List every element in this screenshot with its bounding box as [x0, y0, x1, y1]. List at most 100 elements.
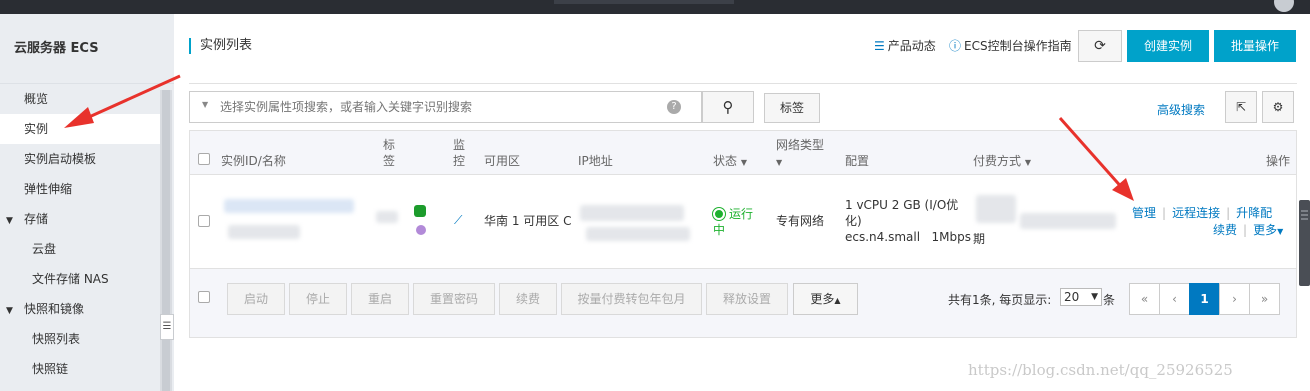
create-instance-button[interactable]: 创建实例 — [1127, 30, 1209, 62]
more-actions-link[interactable]: 更多▼ — [1253, 223, 1283, 237]
upgrade-link[interactable]: 升降配 — [1236, 206, 1272, 220]
gear-icon: ⚙ — [1272, 100, 1284, 114]
sidebar-item-instances[interactable]: 实例 — [0, 114, 160, 144]
column-zone: 可用区 — [484, 154, 521, 168]
more-label: 更多 — [810, 292, 835, 306]
sidebar-group-storage[interactable]: ▼ 存储 — [0, 204, 160, 234]
separator: | — [1243, 223, 1248, 237]
console-guide-link[interactable]: ⓘ ECS控制台操作指南 — [949, 38, 1072, 54]
first-page-button[interactable]: « — [1129, 283, 1160, 315]
sidebar: 云服务器 ECS 概览 实例 实例启动模板 弹性伸缩 ▼ 存储 云盘 文件存储 N… — [0, 14, 174, 391]
row-checkbox[interactable] — [198, 215, 210, 227]
column-config: 配置 — [845, 154, 870, 168]
sidebar-item-cloud-disk[interactable]: 云盘 — [0, 234, 160, 264]
manage-link[interactable]: 管理 — [1132, 206, 1156, 220]
reset-password-button[interactable]: 重置密码 — [413, 283, 495, 315]
monitor-chart-icon[interactable]: ⟋ — [454, 213, 462, 228]
select-all-checkbox[interactable] — [198, 153, 210, 165]
sidebar-group-label: 存储 — [24, 212, 49, 226]
grip-line — [1301, 214, 1308, 216]
config-instance-type: ecs.n4.small — [845, 230, 921, 244]
page-scrollbar[interactable] — [1299, 200, 1310, 286]
config-cell: 1 vCPU 2 GB (I/O优 化) ecs.n4.small 1Mbps — [845, 197, 971, 245]
batch-operation-button[interactable]: 批量操作 — [1214, 30, 1296, 62]
help-icon[interactable]: ? — [667, 100, 681, 114]
top-nav-tab[interactable] — [554, 0, 734, 4]
header-divider — [189, 83, 1297, 84]
filter-dropdown-icon[interactable]: ▼ — [202, 100, 208, 109]
remote-connect-link[interactable]: 远程连接 — [1172, 206, 1220, 220]
caret-down-icon: ▼ — [1277, 227, 1284, 236]
caret-down-icon: ▼ — [6, 306, 13, 316]
help-circle-icon: ⓘ — [949, 39, 962, 53]
redacted-instance-id — [224, 199, 354, 213]
scrollbar-thumb[interactable] — [162, 90, 170, 391]
stop-button[interactable]: 停止 — [289, 283, 347, 315]
gear-badge-icon — [416, 225, 426, 235]
refresh-button[interactable]: ⟳ — [1078, 30, 1122, 62]
sidebar-item-auto-scaling[interactable]: 弹性伸缩 — [0, 174, 160, 204]
column-status[interactable]: 状态 ▼ — [713, 153, 747, 171]
config-type-row: ecs.n4.small 1Mbps — [845, 229, 971, 245]
settings-button[interactable]: ⚙ — [1262, 91, 1294, 123]
tag-filter-button[interactable]: 标签 — [764, 93, 820, 123]
instance-table: 实例ID/名称 标签 监控 可用区 IP地址 状态 ▼ 网络类型 ▼ 配置 付费方… — [189, 130, 1297, 338]
sidebar-item-overview[interactable]: 概览 — [0, 84, 160, 114]
sidebar-item-snapshot-chain[interactable]: 快照链 — [0, 354, 160, 384]
sidebar-scrollbar[interactable] — [160, 90, 172, 391]
sidebar-item-snapshot-list[interactable]: 快照列表 — [0, 324, 160, 354]
separator: | — [1162, 206, 1167, 220]
redacted-tag — [376, 211, 398, 223]
more-button[interactable]: 更多▲ — [793, 283, 858, 315]
sidebar-item-launch-templates[interactable]: 实例启动模板 — [0, 144, 160, 174]
sort-caret-icon: ▼ — [1024, 158, 1031, 167]
column-network[interactable]: 网络类型 ▼ — [776, 137, 824, 171]
next-page-button[interactable]: › — [1219, 283, 1250, 315]
page-size-value: 20 — [1064, 290, 1080, 304]
caret-down-icon: ▼ — [6, 216, 13, 226]
sidebar-group-snapshots[interactable]: ▼ 快照和镜像 — [0, 294, 160, 324]
convert-billing-button[interactable]: 按量付费转包年包月 — [561, 283, 702, 315]
sort-caret-icon: ▼ — [776, 158, 783, 167]
column-status-label: 状态 — [713, 154, 738, 168]
search-button[interactable]: ⚲ — [702, 91, 754, 123]
status-cell: 运行中 — [713, 206, 757, 238]
table-footer: 启动 停止 重启 重置密码 续费 按量付费转包年包月 释放设置 更多▲ 共有1条… — [190, 269, 1296, 337]
advanced-search-link[interactable]: 高级搜索 — [1157, 101, 1205, 118]
billing-cell: 期 — [973, 232, 986, 246]
config-spec: 1 vCPU 2 GB (I/O优 — [845, 198, 959, 212]
footer-select-all-checkbox[interactable] — [198, 291, 210, 303]
start-button[interactable]: 启动 — [227, 283, 285, 315]
column-billing[interactable]: 付费方式 ▼ — [973, 153, 1031, 171]
caret-down-icon: ▼ — [1091, 292, 1098, 302]
renew-button[interactable]: 续费 — [499, 283, 557, 315]
network-cell: 专有网络 — [776, 214, 825, 228]
renew-link[interactable]: 续费 — [1213, 223, 1237, 237]
search-icon: ⚲ — [722, 98, 734, 116]
redacted-instance-name — [228, 225, 300, 239]
sidebar-menu: 概览 实例 实例启动模板 弹性伸缩 ▼ 存储 云盘 文件存储 NAS ▼ 快照和镜像… — [0, 84, 160, 384]
redacted-public-ip — [580, 205, 684, 221]
redacted-private-ip — [586, 227, 690, 241]
current-page-button[interactable]: 1 — [1189, 283, 1220, 315]
sidebar-item-nas[interactable]: 文件存储 NAS — [0, 264, 160, 294]
caret-up-icon: ▲ — [834, 296, 841, 305]
export-button[interactable]: ⇱ — [1225, 91, 1257, 123]
sidebar-collapse-icon[interactable]: ☰ — [160, 314, 174, 340]
zone-cell: 华南 1 可用区 C — [484, 214, 572, 228]
column-network-label: 网络类型 — [776, 138, 825, 152]
export-icon: ⇱ — [1235, 100, 1247, 114]
page-title: 实例列表 — [189, 38, 252, 54]
restart-button[interactable]: 重启 — [351, 283, 409, 315]
release-settings-button[interactable]: 释放设置 — [706, 283, 788, 315]
top-nav-bar — [0, 0, 1310, 14]
sidebar-title: 云服务器 ECS — [0, 14, 174, 84]
prev-page-button[interactable]: ‹ — [1159, 283, 1190, 315]
list-icon: ☰ — [874, 39, 885, 53]
last-page-button[interactable]: » — [1249, 283, 1280, 315]
product-news-link[interactable]: ☰ 产品动态 — [874, 38, 936, 54]
page-size-select[interactable]: 20 ▼ — [1060, 288, 1102, 306]
avatar[interactable] — [1274, 0, 1294, 12]
search-input[interactable] — [220, 98, 650, 116]
watermark: https://blog.csdn.net/qq_25926525 — [968, 361, 1233, 379]
